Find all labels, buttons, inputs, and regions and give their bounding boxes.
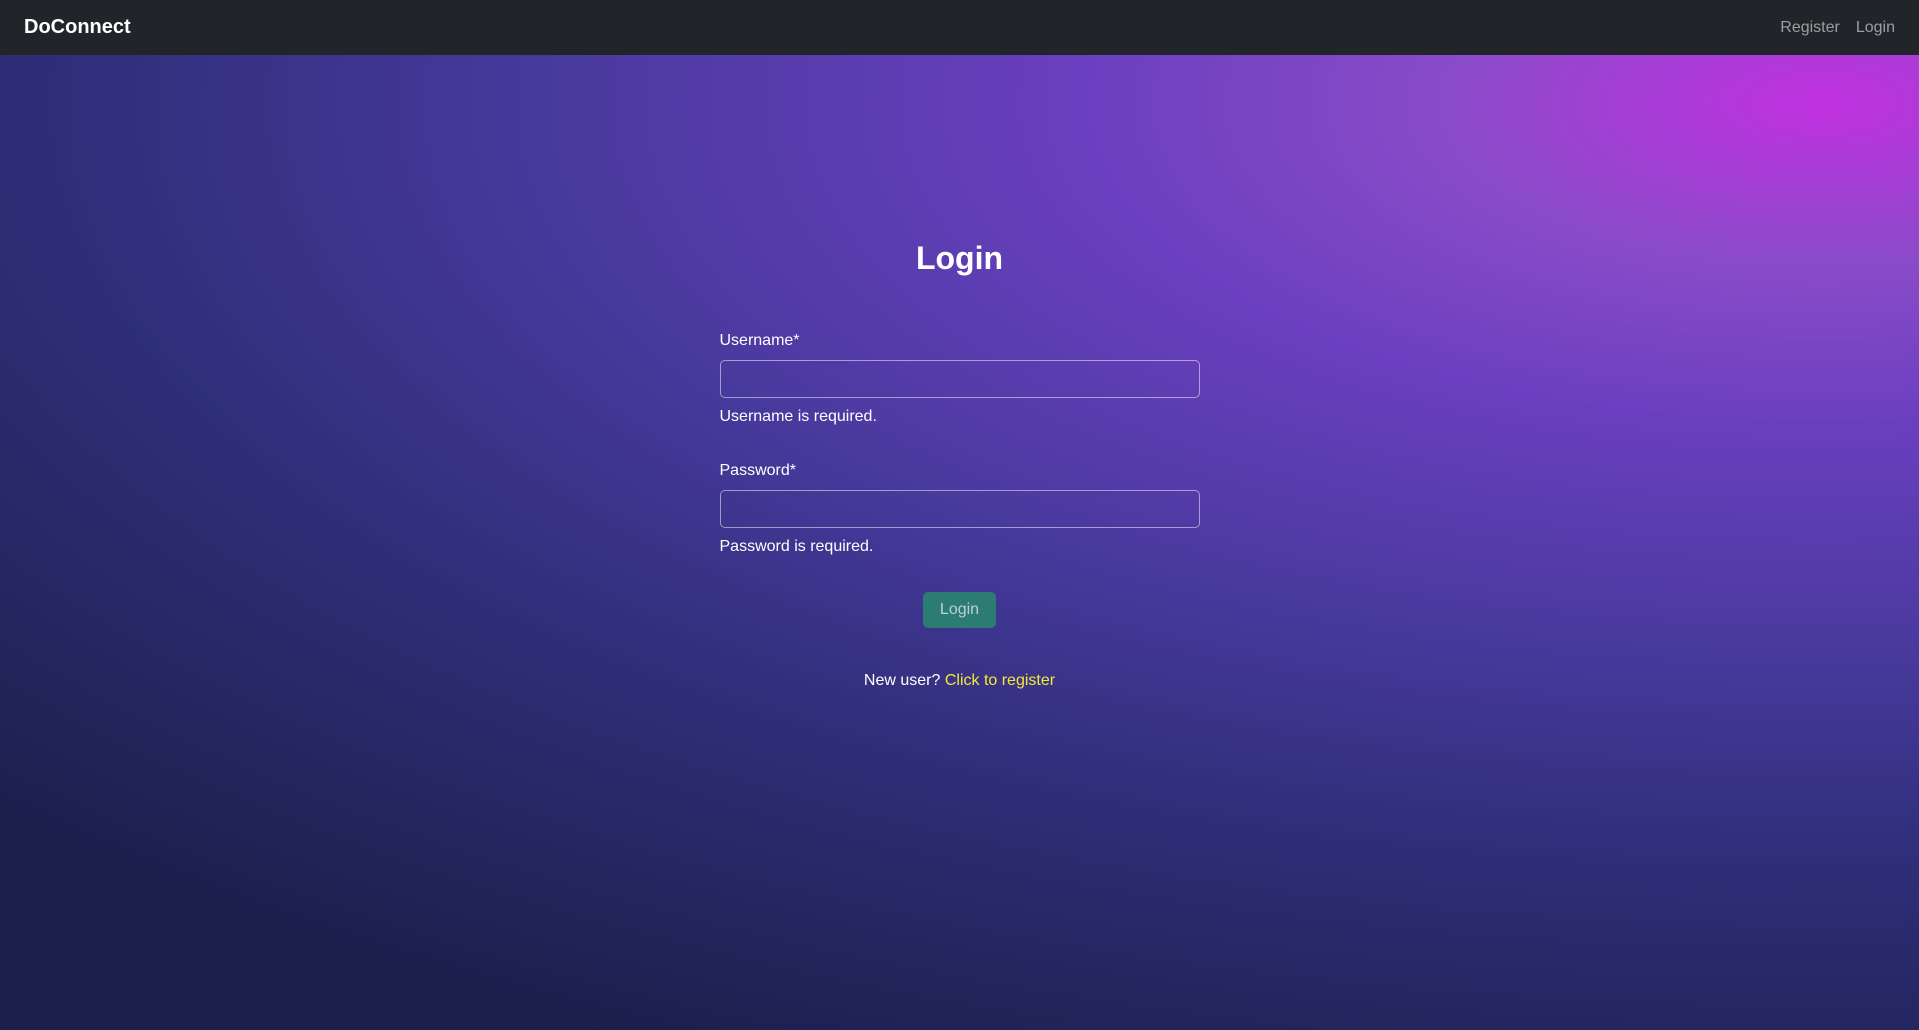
register-link[interactable]: Click to register [945,672,1055,689]
register-prompt: New user? Click to register [720,672,1200,690]
main-content: Login Username* Username is required. Pa… [0,55,1919,1030]
password-input[interactable] [720,490,1200,528]
login-form: Username* Username is required. Password… [720,332,1200,690]
register-prompt-text: New user? [864,672,945,689]
navbar: DoConnect Register Login [0,0,1919,55]
nav-link-register[interactable]: Register [1780,19,1840,37]
login-button[interactable]: Login [923,592,996,628]
username-error: Username is required. [720,408,1200,426]
password-group: Password* Password is required. [720,462,1200,556]
password-error: Password is required. [720,538,1200,556]
brand-logo[interactable]: DoConnect [24,16,131,39]
username-label: Username* [720,332,1200,350]
nav-link-login[interactable]: Login [1856,19,1895,37]
username-group: Username* Username is required. [720,332,1200,426]
username-input[interactable] [720,360,1200,398]
navbar-links: Register Login [1780,19,1895,37]
page-title: Login [916,240,1003,277]
password-label: Password* [720,462,1200,480]
